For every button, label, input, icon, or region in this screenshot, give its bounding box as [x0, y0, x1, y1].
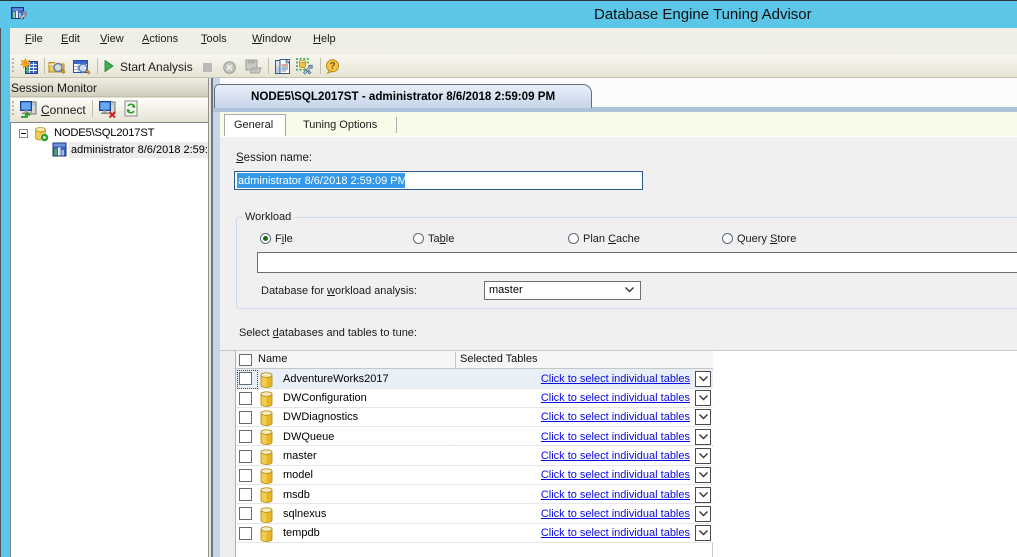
svg-text:?: ?: [329, 61, 335, 72]
